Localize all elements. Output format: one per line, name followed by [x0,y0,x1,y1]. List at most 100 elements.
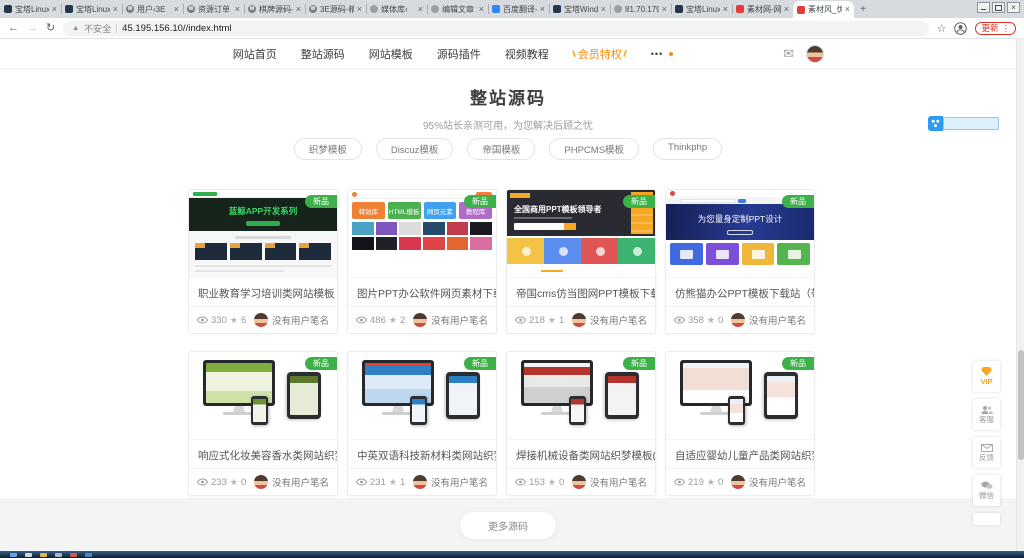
template-card[interactable]: 新品 全国商用PPT模板领导者 帝国cms仿当图网PPT模板下载网站源码 218… [506,189,656,334]
tab-close-icon[interactable]: × [479,5,484,14]
card-thumbnail[interactable]: 新品 特效库 HTML模板 网页元素 教程库 [348,190,496,278]
vip-button[interactable]: VIP [973,361,1000,392]
template-card[interactable]: 新品 自适应婴幼儿童产品类网站织梦模板 219 ★ 0 没有用户笔名 [665,351,815,496]
browser-tab[interactable]: 素材网-网× [732,0,793,18]
filter-dedecms[interactable]: 织梦模板 [294,138,362,160]
scrollbar-thumb[interactable] [1018,350,1024,460]
nav-home[interactable]: 网站首页 [233,46,277,62]
browser-tab[interactable]: 宝塔Linux× [671,0,732,18]
translate-widget-bar[interactable] [943,117,999,130]
bookmark-star-icon[interactable]: ☆ [937,22,947,35]
profile-icon[interactable] [954,22,967,35]
browser-tab[interactable]: 百度翻译-× [488,0,549,18]
browser-tab[interactable]: 编辑文章× [427,0,488,18]
feedback-button[interactable]: 反馈 [973,437,1000,468]
template-card[interactable]: 新品 中英双语科技新材料类网站织梦模板 231 ★ 1 没有用户笔名 [347,351,497,496]
tab-close-icon[interactable]: × [784,5,789,14]
browser-tab[interactable]: 宝塔Wind× [549,0,610,18]
security-label[interactable]: 不安全 [84,22,111,35]
taskbar-app-icon[interactable] [55,553,62,557]
filter-phpcms[interactable]: PHPCMS模板 [549,138,639,160]
card-title[interactable]: 中英双语科技新材料类网站织梦模板 [348,440,496,468]
nav-vip[interactable]: 会员特权 [573,46,627,62]
tab-close-icon[interactable]: × [540,5,545,14]
reload-icon[interactable]: ↻ [46,23,55,34]
tab-close-icon[interactable]: × [662,5,667,14]
back-to-top-button[interactable] [973,513,1000,525]
browser-tab-active[interactable]: 素材风_优× [793,1,854,18]
card-thumbnail[interactable]: 新品 为您量身定制PPT设计 [666,190,814,278]
tab-close-icon[interactable]: × [52,5,57,14]
card-thumbnail[interactable]: 新品 [507,352,655,440]
url-text[interactable]: 45.195.156.10//index.html [122,23,231,34]
wechat-button[interactable]: 微信 [973,475,1000,506]
customer-service-button[interactable]: 客服 [973,399,1000,430]
tab-close-icon[interactable]: × [296,5,301,14]
forward-icon[interactable]: → [27,23,38,34]
nav-templates[interactable]: 网站模板 [369,46,413,62]
close-window-button[interactable] [1007,2,1020,13]
browser-tab[interactable]: 宝塔Linux× [61,0,122,18]
tab-close-icon[interactable]: × [723,5,728,14]
minimize-button[interactable] [977,2,990,13]
taskbar-app-icon[interactable] [85,553,92,557]
template-card[interactable]: 新品 响应式化妆美容香水类网站织梦模板 233 ★ 0 没有用户笔名 [188,351,338,496]
browser-tab[interactable]: W资源订单 -× [183,0,244,18]
card-thumbnail[interactable]: 新品 全国商用PPT模板领导者 [507,190,655,278]
nav-plugins[interactable]: 源码插件 [437,46,481,62]
card-title[interactable]: 图片PPT办公软件网页素材下载站平台 [348,278,496,306]
template-card[interactable]: 新品 蓝鲸APP开发系列 职业教育学习培训类网站模板（带手 330 ★ 6 没有… [188,189,338,334]
restore-button[interactable] [992,2,1005,13]
template-card[interactable]: 新品 焊接机械设备类网站织梦模板(带手机 153 ★ 0 没有用户笔名 [506,351,656,496]
card-title[interactable]: 职业教育学习培训类网站模板（带手 [189,278,337,306]
browser-update-button[interactable]: 更新 ⋮ [975,22,1016,35]
card-thumbnail[interactable]: 新品 [348,352,496,440]
taskbar-app-icon[interactable] [70,553,77,557]
taskbar-app-icon[interactable] [40,553,47,557]
user-avatar[interactable] [806,45,824,63]
new-tab-button[interactable]: + [854,0,872,18]
card-title[interactable]: 仿熊猫办公PPT模板下载站（带会员、 [666,278,814,306]
filter-empirecms[interactable]: 帝国模板 [467,138,535,160]
browser-tab[interactable]: W3E源码-精× [305,0,366,18]
tab-close-icon[interactable]: × [845,5,850,14]
filter-thinkphp[interactable]: Thinkphp [653,138,722,160]
nav-source[interactable]: 整站源码 [301,46,345,62]
more-source-button[interactable]: 更多源码 [459,511,557,540]
nav-videos[interactable]: 视频教程 [505,46,549,62]
taskbar-app-icon[interactable] [25,553,32,557]
card-title[interactable]: 自适应婴幼儿童产品类网站织梦模板 [666,440,814,468]
tab-close-icon[interactable]: × [235,5,240,14]
tab-close-icon[interactable]: × [357,5,362,14]
card-thumbnail[interactable]: 新品 [189,352,337,440]
card-thumbnail[interactable]: 新品 [666,352,814,440]
nav-more[interactable]: ••• [651,49,673,59]
tab-close-icon[interactable]: × [113,5,118,14]
browser-tab[interactable]: 媒体库‹× [366,0,427,18]
translate-widget-icon[interactable] [928,116,943,131]
template-card[interactable]: 新品 特效库 HTML模板 网页元素 教程库 图片PPT办公软件网页素材下载站平… [347,189,497,334]
url-input[interactable]: ▲ 不安全 45.195.156.10//index.html [63,21,928,36]
diamond-icon [981,367,992,376]
views-count: 231 [370,477,386,488]
tab-close-icon[interactable]: × [601,5,606,14]
card-thumbnail[interactable]: 新品 蓝鲸APP开发系列 [189,190,337,278]
taskbar-start-icon[interactable] [10,553,17,557]
browser-tab[interactable]: 81.70.179× [610,0,671,18]
filter-discuz[interactable]: Discuz模板 [376,138,454,160]
card-title[interactable]: 响应式化妆美容香水类网站织梦模板 [189,440,337,468]
card-title[interactable]: 帝国cms仿当图网PPT模板下载网站源码 [507,278,655,306]
windows-taskbar[interactable] [0,551,1024,558]
back-icon[interactable]: ← [8,23,19,34]
browser-menu-icon[interactable]: ⋮ [1002,23,1011,34]
browser-tab[interactable]: W用户‹3E× [122,0,183,18]
template-card[interactable]: 新品 为您量身定制PPT设计 仿熊猫办公PPT模板下载站（带会员、 358 ★ … [665,189,815,334]
envelope-icon[interactable]: ✉ [783,46,794,62]
tab-close-icon[interactable]: × [418,5,423,14]
browser-tab[interactable]: W棋牌源码-× [244,0,305,18]
page-scrollbar[interactable] [1016,39,1024,551]
translate-widget[interactable] [928,116,999,131]
browser-tab[interactable]: 宝塔Linux× [0,0,61,18]
tab-close-icon[interactable]: × [174,5,179,14]
card-title[interactable]: 焊接机械设备类网站织梦模板(带手机 [507,440,655,468]
